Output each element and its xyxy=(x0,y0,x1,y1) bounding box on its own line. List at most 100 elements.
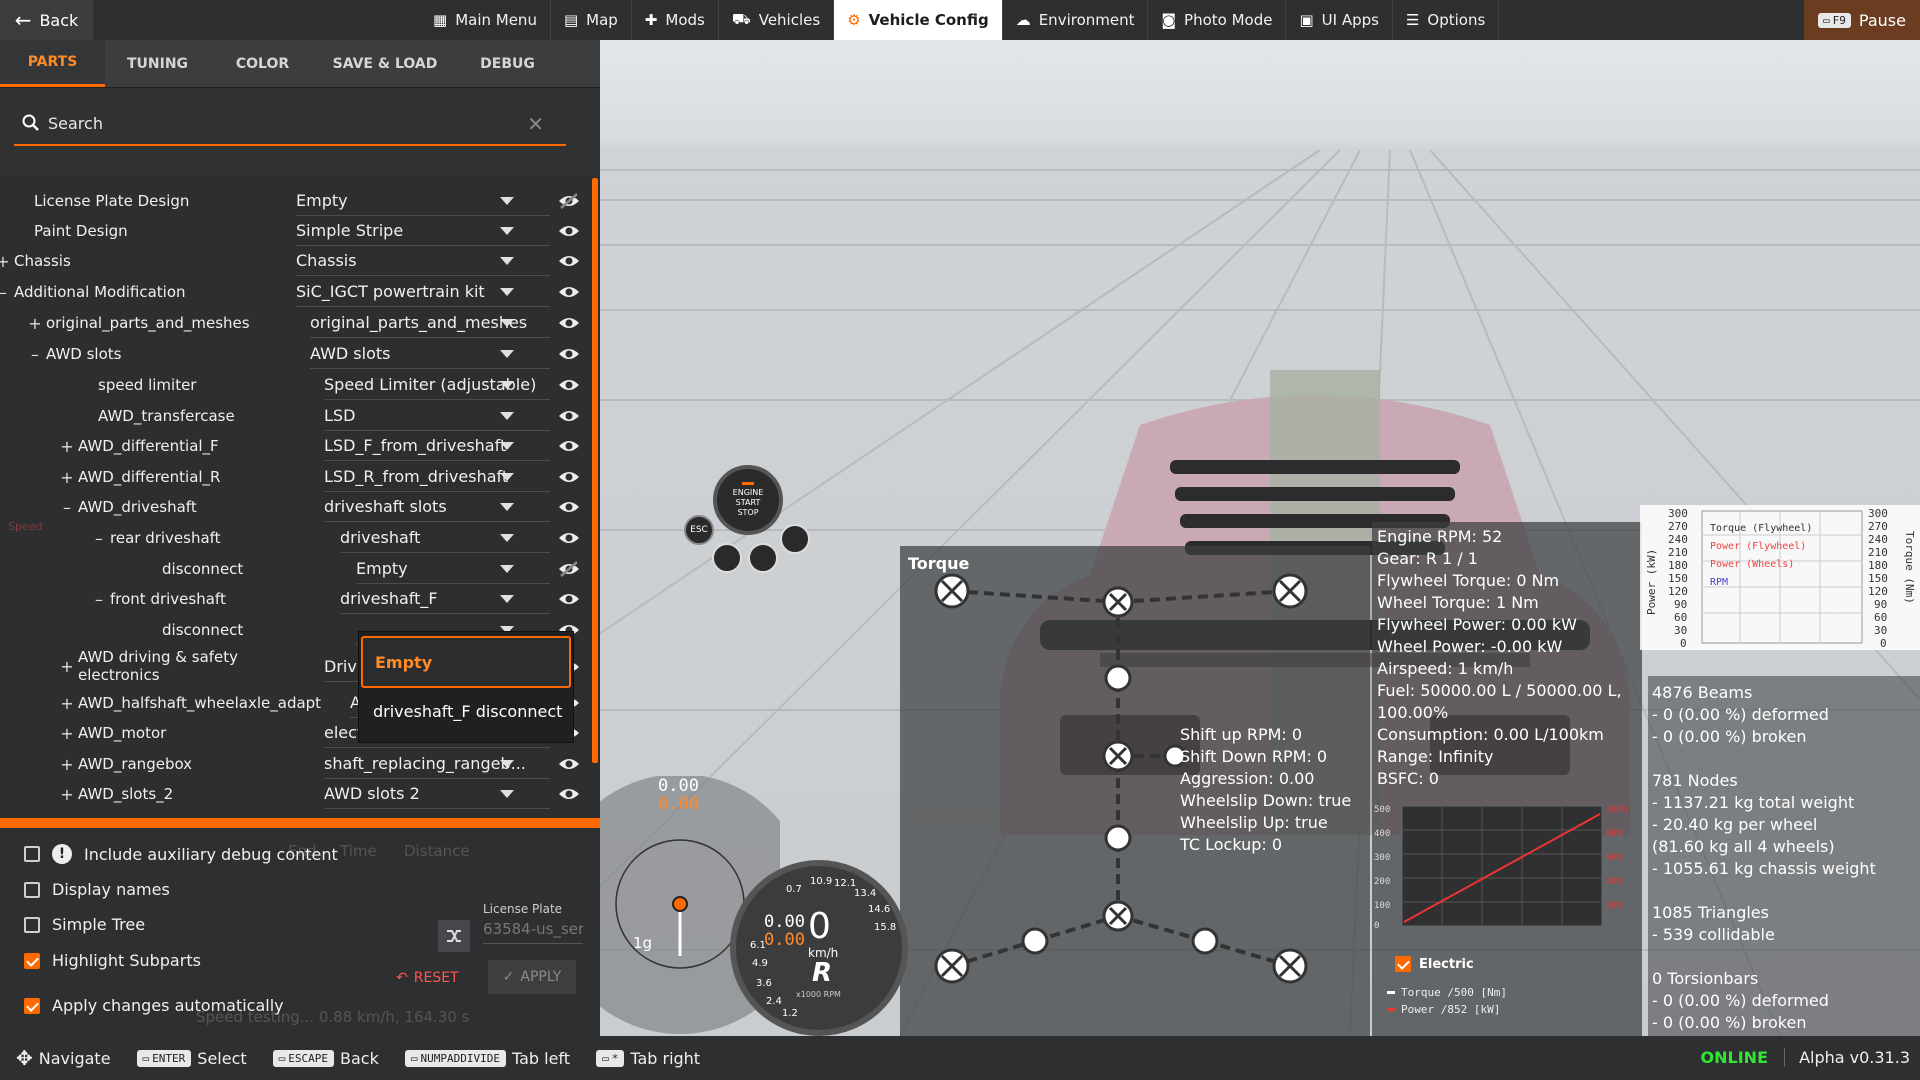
eye-icon[interactable] xyxy=(558,437,580,455)
eye-icon[interactable] xyxy=(558,345,580,363)
eye-icon[interactable] xyxy=(558,590,580,608)
tab-save-load[interactable]: SAVE & LOAD xyxy=(315,40,455,87)
eye-icon[interactable] xyxy=(558,222,580,240)
part-select-dropdown[interactable]: driveshaft slots xyxy=(324,492,550,522)
collapse-icon[interactable]: – xyxy=(0,283,10,302)
menu-item-main-menu[interactable]: ▦ Main Menu xyxy=(420,0,551,40)
simple-tree-option[interactable]: Simple Tree xyxy=(24,915,145,934)
electric-checkbox[interactable] xyxy=(1395,956,1411,972)
expand-icon[interactable]: + xyxy=(60,468,74,487)
part-select-dropdown[interactable]: AWD slots 2 xyxy=(324,779,550,809)
expand-icon[interactable]: + xyxy=(60,657,74,676)
menu-item-mods[interactable]: ✚ Mods xyxy=(632,0,719,40)
part-select-dropdown[interactable]: AWD slots xyxy=(310,339,550,369)
tree-row[interactable]: + Chassis Chassis xyxy=(0,246,580,276)
dropdown-option-driveshaft-f-disconnect[interactable]: driveshaft_F disconnect xyxy=(373,702,562,721)
highlight-subparts-option[interactable]: Highlight Subparts xyxy=(24,951,201,970)
expand-icon[interactable]: + xyxy=(60,724,74,743)
eye-icon[interactable] xyxy=(558,785,580,803)
search-input[interactable]: Search ✕ xyxy=(14,102,566,146)
license-plate-input[interactable]: 63584-us_ser xyxy=(483,920,583,944)
part-select-dropdown[interactable]: original_parts_and_meshes xyxy=(310,308,550,338)
include-aux-checkbox[interactable] xyxy=(24,846,40,862)
shuffle-plate-button[interactable] xyxy=(438,920,470,952)
tree-row[interactable]: License Plate Design Empty xyxy=(16,186,580,216)
tree-row[interactable]: + AWD_differential_R LSD_R_from_driveshaft xyxy=(60,462,580,492)
menu-item-map[interactable]: ▤ Map xyxy=(551,0,632,40)
tree-row[interactable]: + AWD_rangebox shaft_replacing_rangeb... xyxy=(60,749,580,779)
menu-item-vehicles[interactable]: ⛟ Vehicles xyxy=(719,0,835,40)
dropdown-option-empty[interactable]: Empty xyxy=(361,636,571,688)
expand-icon[interactable]: + xyxy=(0,252,10,271)
part-select-dropdown[interactable]: Speed Limiter (adjustable) xyxy=(324,370,550,400)
back-button[interactable]: ← Back xyxy=(0,0,93,40)
eye-icon[interactable] xyxy=(558,755,580,773)
expand-icon[interactable]: + xyxy=(60,694,74,713)
tree-row[interactable]: disconnect Empty xyxy=(144,554,580,584)
tab-tuning[interactable]: TUNING xyxy=(105,40,210,87)
tree-row[interactable]: Paint Design Simple Stripe xyxy=(16,216,580,246)
tree-row[interactable]: + AWD_differential_F LSD_F_from_driveshaft xyxy=(60,431,580,461)
tree-row[interactable]: –Additional Modification SiC_IGCT powertr… xyxy=(0,277,580,307)
tab-parts[interactable]: PARTS xyxy=(0,40,105,87)
eye-icon[interactable] xyxy=(558,314,580,332)
expand-icon[interactable]: + xyxy=(28,314,42,333)
part-select-dropdown[interactable]: driveshaft xyxy=(340,523,550,553)
expand-icon[interactable]: + xyxy=(60,755,74,774)
eye-icon[interactable] xyxy=(558,376,580,394)
collapse-icon[interactable]: – xyxy=(92,590,106,609)
expand-icon[interactable]: + xyxy=(60,437,74,456)
part-select-dropdown[interactable]: Empty xyxy=(356,554,550,584)
clear-search-icon[interactable]: ✕ xyxy=(527,112,544,136)
part-select-dropdown[interactable]: LSD_R_from_driveshaft xyxy=(324,462,550,492)
tree-scrollbar[interactable] xyxy=(592,178,598,763)
pause-button[interactable]: ▭ F9 Pause xyxy=(1804,0,1920,40)
tree-row[interactable]: AWD_transfercase LSD xyxy=(80,401,580,431)
part-select-dropdown[interactable]: Simple Stripe xyxy=(296,216,550,246)
part-select-dropdown[interactable]: LSD xyxy=(324,401,550,431)
part-select-dropdown[interactable]: driveshaft_F xyxy=(340,584,550,614)
tree-row[interactable]: + AWD_slots_2 AWD slots 2 xyxy=(60,779,580,809)
menu-item-photo-mode[interactable]: ◙ Photo Mode xyxy=(1148,0,1287,40)
tab-color[interactable]: COLOR xyxy=(210,40,315,87)
highlight-subparts-checkbox[interactable] xyxy=(24,952,40,969)
menu-item-ui-apps[interactable]: ▣ UI Apps xyxy=(1286,0,1393,40)
tree-row[interactable]: speed limiter Speed Limiter (adjustable) xyxy=(80,370,580,400)
tab-debug[interactable]: DEBUG xyxy=(455,40,560,87)
eye-off-icon[interactable] xyxy=(558,192,580,210)
display-names-option[interactable]: Display names xyxy=(24,880,170,899)
simple-tree-checkbox[interactable] xyxy=(24,916,40,933)
engine-start-stop-button[interactable]: ENGINE START STOP xyxy=(713,465,783,535)
expand-icon[interactable]: + xyxy=(60,785,74,804)
plot-y-tick: 60 xyxy=(1674,611,1687,624)
eye-icon[interactable] xyxy=(558,498,580,516)
tree-row[interactable]: – AWD slots AWD slots xyxy=(28,339,580,369)
eye-icon[interactable] xyxy=(558,407,580,425)
eye-icon[interactable] xyxy=(558,468,580,486)
apply-auto-option[interactable]: Apply changes automatically xyxy=(24,996,284,1015)
part-select-dropdown[interactable]: SiC_IGCT powertrain kit xyxy=(296,277,550,307)
display-names-checkbox[interactable] xyxy=(24,881,40,898)
part-select-dropdown[interactable]: shaft_replacing_rangeb... xyxy=(324,749,550,779)
part-select-dropdown[interactable]: LSD_F_from_driveshaft xyxy=(324,431,550,461)
menu-item-environment[interactable]: ☁ Environment xyxy=(1003,0,1149,40)
include-aux-option[interactable]: ! Include auxiliary debug content xyxy=(24,844,338,864)
collapse-icon[interactable]: – xyxy=(92,529,106,548)
reset-button[interactable]: ↶ RESET xyxy=(396,970,459,986)
tree-row[interactable]: – AWD_driveshaft driveshaft slots xyxy=(60,492,580,522)
eye-off-icon[interactable] xyxy=(558,560,580,578)
part-select-dropdown[interactable]: Empty xyxy=(296,186,550,216)
collapse-icon[interactable]: – xyxy=(60,498,74,517)
apply-auto-checkbox[interactable] xyxy=(24,997,40,1014)
eye-icon[interactable] xyxy=(558,252,580,270)
tree-row[interactable]: – front driveshaft driveshaft_F xyxy=(92,584,580,614)
tree-row[interactable]: – rear driveshaft driveshaft xyxy=(92,523,580,553)
collapse-icon[interactable]: – xyxy=(28,345,42,364)
eye-icon[interactable] xyxy=(558,283,580,301)
eye-icon[interactable] xyxy=(558,529,580,547)
menu-item-options[interactable]: ☰ Options xyxy=(1393,0,1500,40)
menu-item-vehicle-config[interactable]: ⚙ Vehicle Config xyxy=(834,0,1003,40)
part-select-dropdown[interactable]: Chassis xyxy=(296,246,550,276)
tree-row[interactable]: + original_parts_and_meshes original_parts… xyxy=(28,308,580,338)
apply-button[interactable]: ✓ APPLY xyxy=(488,960,576,994)
